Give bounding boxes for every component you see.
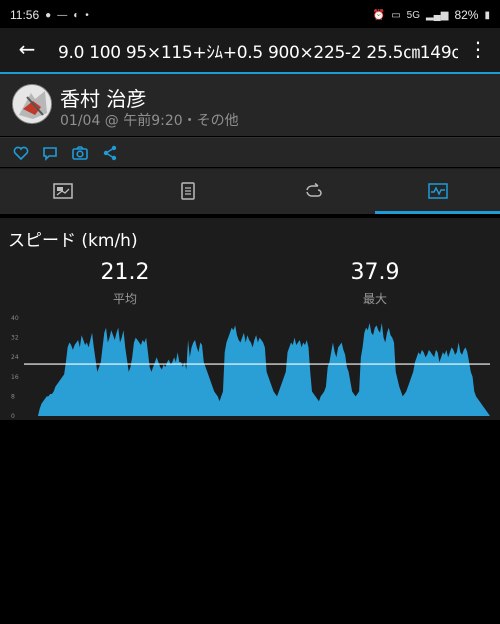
chart-icon bbox=[428, 183, 448, 199]
tab-stats[interactable] bbox=[125, 169, 250, 215]
app-icon: ◐ bbox=[73, 9, 80, 21]
more-vert-icon[interactable]: ⋮ bbox=[468, 37, 488, 61]
speed-chart: 0 8 16 24 32 40 bbox=[11, 315, 490, 420]
avg-speed-label: 平均 bbox=[112, 292, 137, 306]
y-tick-label: 32 bbox=[11, 335, 19, 342]
dot-icon: • bbox=[85, 9, 89, 21]
max-speed-label: 最大 bbox=[362, 292, 387, 306]
image-icon bbox=[53, 183, 73, 199]
5g-icon: 5G bbox=[406, 9, 420, 21]
user-name[interactable]: 香村 治彦 bbox=[60, 83, 146, 112]
battery-icon: ▮ bbox=[484, 9, 490, 21]
activity-meta: 01/04 @ 午前9:20・その他 bbox=[60, 113, 239, 129]
speed-area-series bbox=[24, 322, 490, 416]
alarm-icon: ⏰ bbox=[372, 9, 386, 21]
active-tab-indicator bbox=[375, 211, 500, 214]
y-tick-label: 16 bbox=[11, 374, 19, 381]
document-icon bbox=[181, 182, 195, 200]
avatar[interactable] bbox=[12, 84, 52, 124]
heart-icon[interactable] bbox=[12, 144, 30, 162]
y-tick-label: 40 bbox=[11, 315, 19, 322]
section-title: スピード (km/h) bbox=[8, 231, 138, 251]
network-icon: ▭ bbox=[391, 9, 401, 21]
activity-header: 香村 治彦 01/04 @ 午前9:20・その他 bbox=[0, 74, 500, 136]
comment-icon[interactable] bbox=[41, 144, 59, 162]
y-tick-label: 0 bbox=[11, 413, 15, 420]
activity-title: 9.0 100 95×115+ｼﾑ+0.5 900×225-2 25.5㎝149… bbox=[58, 43, 458, 63]
tab-laps[interactable] bbox=[250, 169, 375, 215]
tab-charts[interactable] bbox=[375, 169, 500, 215]
camera-icon[interactable] bbox=[71, 144, 89, 162]
status-bar: 11:56 ● — ◐ • ⏰ ▭ 5G ▂▄▆ 82% ▮ bbox=[0, 0, 500, 28]
signal-icon: ▂▄▆ bbox=[425, 9, 449, 21]
battery-level: 82% bbox=[454, 8, 479, 22]
y-tick-label: 8 bbox=[11, 393, 15, 400]
repeat-icon bbox=[306, 182, 322, 197]
status-time: 11:56 bbox=[10, 8, 40, 22]
tab-bar bbox=[0, 168, 500, 214]
y-tick-label: 24 bbox=[11, 354, 19, 361]
avg-speed-value: 21.2 bbox=[100, 260, 150, 285]
speed-panel: スピード (km/h) 21.2 平均 37.9 最大 0 8 16 24 32 40 bbox=[0, 218, 500, 420]
minus-icon: — bbox=[57, 9, 68, 21]
tab-overview[interactable] bbox=[0, 169, 125, 215]
app-toolbar: ← 9.0 100 95×115+ｼﾑ+0.5 900×225-2 25.5㎝1… bbox=[0, 28, 500, 72]
max-speed-value: 37.9 bbox=[350, 260, 400, 285]
back-arrow-icon[interactable]: ← bbox=[16, 37, 38, 61]
action-bar bbox=[0, 137, 500, 167]
share-icon[interactable] bbox=[101, 144, 119, 162]
notification-icon: ● bbox=[45, 9, 52, 21]
